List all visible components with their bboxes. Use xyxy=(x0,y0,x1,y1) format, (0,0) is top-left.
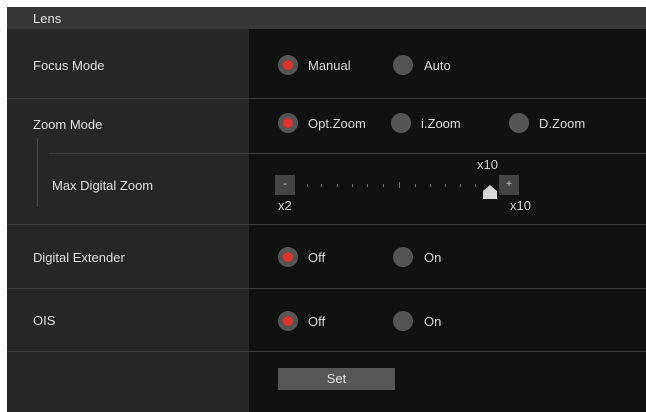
ois-label: OIS xyxy=(33,313,56,328)
sub-divider xyxy=(49,153,646,154)
slider-tick xyxy=(367,184,368,187)
slider-tick xyxy=(352,184,353,187)
slider-tick xyxy=(460,184,461,187)
slider-tick xyxy=(445,184,446,187)
slider-thumb[interactable] xyxy=(483,185,497,199)
digital-extender-off-radio[interactable] xyxy=(278,247,298,267)
slider-tick xyxy=(475,184,476,187)
digital-extender-on-label[interactable]: On xyxy=(424,250,441,265)
divider xyxy=(7,98,646,99)
divider xyxy=(7,288,646,289)
lens-settings-panel: Lens Focus Mode Manual Auto Zoom Mode Op… xyxy=(7,7,646,412)
label-column xyxy=(7,29,249,412)
zoom-mode-label: Zoom Mode xyxy=(33,117,103,132)
zoom-increase-button[interactable]: + xyxy=(499,175,519,195)
digital-extender-off-label[interactable]: Off xyxy=(308,250,325,265)
slider-tick xyxy=(337,184,338,187)
slider-current-value: x10 xyxy=(477,157,498,172)
zoom-mode-izoom-label[interactable]: i.Zoom xyxy=(421,116,461,131)
ois-on-label[interactable]: On xyxy=(424,314,441,329)
slider-tick xyxy=(399,182,400,188)
slider-tick xyxy=(307,184,308,187)
focus-mode-auto-label[interactable]: Auto xyxy=(424,58,451,73)
focus-mode-auto-radio[interactable] xyxy=(393,55,413,75)
slider-max-label: x10 xyxy=(510,198,531,213)
slider-min-label: x2 xyxy=(278,198,292,213)
section-header: Lens xyxy=(7,7,646,29)
indent-line xyxy=(37,138,38,207)
ois-off-radio[interactable] xyxy=(278,311,298,331)
zoom-mode-optzoom-label[interactable]: Opt.Zoom xyxy=(308,116,366,131)
max-digital-zoom-label: Max Digital Zoom xyxy=(52,178,154,193)
set-button[interactable]: Set xyxy=(278,368,395,390)
divider xyxy=(7,351,646,352)
ois-on-radio[interactable] xyxy=(393,311,413,331)
digital-extender-on-radio[interactable] xyxy=(393,247,413,267)
focus-mode-manual-radio[interactable] xyxy=(278,55,298,75)
zoom-mode-dzoom-radio[interactable] xyxy=(509,113,529,133)
digital-extender-label: Digital Extender xyxy=(33,250,125,265)
slider-tick xyxy=(430,184,431,187)
slider-tick xyxy=(321,184,322,187)
divider xyxy=(7,224,646,225)
zoom-mode-izoom-radio[interactable] xyxy=(391,113,411,133)
focus-mode-manual-label[interactable]: Manual xyxy=(308,58,351,73)
zoom-decrease-button[interactable]: - xyxy=(275,175,295,195)
zoom-mode-dzoom-label[interactable]: D.Zoom xyxy=(539,116,585,131)
slider-tick xyxy=(415,184,416,187)
focus-mode-label: Focus Mode xyxy=(33,58,105,73)
ois-off-label[interactable]: Off xyxy=(308,314,325,329)
slider-tick xyxy=(383,184,384,187)
section-title: Lens xyxy=(33,11,62,26)
zoom-mode-optzoom-radio[interactable] xyxy=(278,113,298,133)
